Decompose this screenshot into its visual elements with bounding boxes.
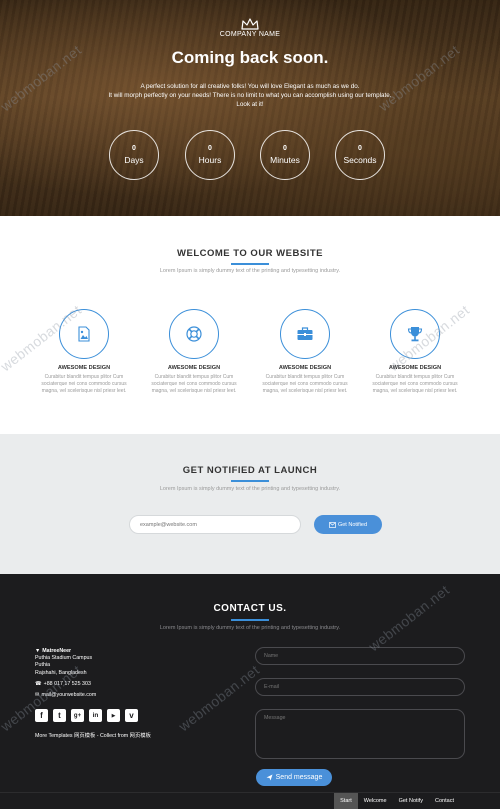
welcome-title: WELCOME TO OUR WEBSITE — [177, 248, 323, 259]
contact-subtitle: Lorem Ipsum is simply dummy text of the … — [159, 625, 341, 631]
hero-text-line: A perfect solution for all creative folk… — [140, 83, 360, 90]
crown-icon — [241, 18, 259, 30]
feature-title: AWESOME DESIGN — [388, 365, 442, 371]
send-message-button[interactable]: Send message — [256, 769, 332, 786]
feature-card: AWESOME DESIGN Curabitur blandit tempus … — [36, 309, 132, 395]
title-divider — [231, 480, 269, 482]
feature-title: AWESOME DESIGN — [278, 365, 332, 371]
trophy-icon — [407, 327, 423, 342]
welcome-section: WELCOME TO OUR WEBSITE Lorem Ipsum is si… — [0, 216, 500, 434]
email-field[interactable] — [255, 678, 465, 696]
feature-title: AWESOME DESIGN — [167, 365, 221, 371]
countdown-hours: 0 Hours — [185, 130, 235, 180]
email-input[interactable] — [129, 515, 301, 534]
social-links: f t g+ in ▶ v — [35, 709, 138, 722]
nav-item-contact[interactable]: Contact — [429, 793, 460, 809]
nav-item-start[interactable]: Start — [334, 793, 358, 809]
nav-item-welcome[interactable]: Welcome — [358, 793, 393, 809]
title-divider — [231, 619, 269, 621]
youtube-icon[interactable]: ▶ — [107, 709, 120, 722]
name-input[interactable] — [255, 647, 465, 665]
envelope-icon — [329, 521, 336, 528]
phone-number: +88 017 17 525 303 — [43, 680, 91, 687]
countdown-label: Hours — [198, 155, 222, 165]
feature-icon-circle — [59, 309, 109, 359]
company-name: COMPANY NAME — [219, 31, 281, 38]
countdown-value: 0 — [208, 145, 212, 152]
title-divider — [231, 263, 269, 265]
welcome-subtitle: Lorem Ipsum is simply dummy text of the … — [159, 268, 341, 274]
notify-title: GET NOTIFIED AT LAUNCH — [182, 465, 318, 476]
address-line: Puthia — [35, 662, 51, 669]
google-plus-icon[interactable]: g+ — [71, 709, 84, 722]
feature-card: AWESOME DESIGN Curabitur blandit tempus … — [257, 309, 353, 395]
notify-section: GET NOTIFIED AT LAUNCH Lorem Ipsum is si… — [0, 434, 500, 574]
bottom-nav: Start Welcome Get Notify Contact — [0, 792, 500, 809]
linkedin-icon[interactable]: in — [89, 709, 102, 722]
contact-title: CONTACT US. — [213, 603, 287, 614]
feature-icon-circle — [169, 309, 219, 359]
feature-text: Curabitur blandit tempus plitor Cum soci… — [151, 374, 237, 394]
hero-section: COMPANY NAME Coming back soon. A perfect… — [0, 0, 500, 216]
vimeo-icon[interactable]: v — [125, 709, 138, 722]
address-line: Puthia Stadium Campus — [35, 655, 93, 662]
countdown-label: Days — [124, 155, 144, 165]
countdown-value: 0 — [358, 145, 362, 152]
feature-text: Curabitur blandit tempus plitor Cum soci… — [41, 374, 127, 394]
nav-item-get-notify[interactable]: Get Notify — [393, 793, 429, 809]
send-message-label: Send message — [275, 774, 323, 781]
address-name: MatreeNeer — [42, 648, 72, 654]
countdown-value: 0 — [283, 145, 287, 152]
lifebuoy-icon — [186, 326, 202, 342]
get-notified-label: Get Notified — [337, 521, 368, 528]
twitter-icon[interactable]: t — [53, 709, 66, 722]
notify-subtitle: Lorem Ipsum is simply dummy text of the … — [159, 486, 341, 492]
feature-card: AWESOME DESIGN Curabitur blandit tempus … — [367, 309, 463, 395]
contact-address: ▼ MatreeNeer Puthia Stadium Campus Puthi… — [35, 648, 96, 699]
contact-section: CONTACT US. Lorem Ipsum is simply dummy … — [0, 574, 500, 792]
message-textarea[interactable] — [255, 709, 465, 759]
send-icon — [266, 774, 273, 781]
phone-icon: ☎ — [35, 680, 42, 687]
hero-title: Coming back soon. — [171, 48, 329, 67]
hero-text-line: It will morph perfectly on your needs! T… — [108, 92, 392, 99]
countdown-value: 0 — [132, 145, 136, 152]
countdown-days: 0 Days — [109, 130, 159, 180]
countdown-seconds: 0 Seconds — [335, 130, 385, 180]
hero-description: A perfect solution for all creative folk… — [70, 82, 430, 109]
contact-email[interactable]: mail@yourwebsite.com — [41, 692, 96, 699]
more-templates-link[interactable]: More Templates 网页模板 - Collect from 网页模板 — [35, 731, 151, 739]
countdown-minutes: 0 Minutes — [260, 130, 310, 180]
briefcase-icon — [297, 327, 313, 340]
feature-icon-circle — [390, 309, 440, 359]
facebook-icon[interactable]: f — [35, 709, 48, 722]
hero-text-line: Look at it! — [236, 101, 264, 108]
map-marker-icon: ▼ — [35, 648, 41, 654]
countdown-label: Minutes — [270, 155, 300, 165]
countdown-label: Seconds — [343, 155, 377, 165]
address-line: Rajshahi, Bangladesh — [35, 669, 87, 676]
feature-card: AWESOME DESIGN Curabitur blandit tempus … — [146, 309, 242, 395]
feature-text: Curabitur blandit tempus plitor Cum soci… — [262, 374, 348, 394]
image-document-icon — [78, 326, 90, 342]
get-notified-button[interactable]: Get Notified — [314, 515, 382, 534]
feature-title: AWESOME DESIGN — [57, 365, 111, 371]
mail-icon: ✉ — [35, 692, 40, 699]
feature-icon-circle — [280, 309, 330, 359]
feature-text: Curabitur blandit tempus plitor Cum soci… — [372, 374, 458, 394]
